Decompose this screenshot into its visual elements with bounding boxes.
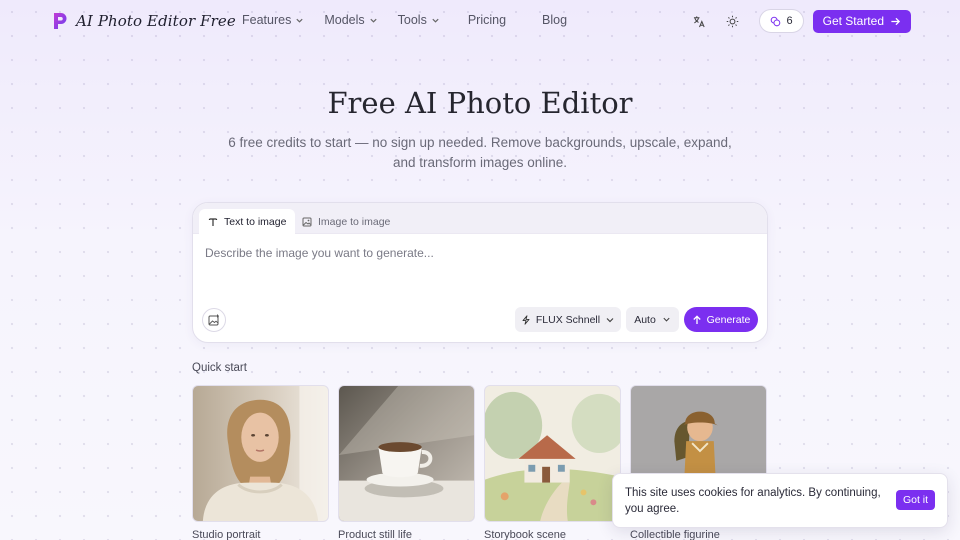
storybook-thumbnail <box>485 386 620 521</box>
caption-product-still-life: Product still life <box>338 529 412 540</box>
prompt-input[interactable] <box>205 246 755 260</box>
nav-pricing-label: Pricing <box>467 13 507 27</box>
coins-icon <box>770 16 780 26</box>
top-navbar: AI Photo Editor Free Features Models Too… <box>0 0 960 42</box>
tab-text-to-image-label: Text to image <box>224 215 287 228</box>
nav-models-label: Models <box>324 13 365 27</box>
translate-icon <box>693 15 705 27</box>
tab-text-to-image[interactable]: Text to image <box>199 209 296 234</box>
tab-image-to-image-label: Image to image <box>318 215 391 228</box>
page-subtitle: 6 free credits to start — no sign up nee… <box>228 135 732 170</box>
generator-card: Text to image Image to image FLUX Schnel… <box>192 202 768 343</box>
brand-name: AI Photo Editor Free <box>76 12 236 30</box>
chevron-down-icon <box>370 18 377 23</box>
sun-icon <box>726 15 739 27</box>
bolt-icon <box>522 314 530 325</box>
arrow-right-icon <box>891 17 901 25</box>
nav-blog[interactable]: Blog <box>542 13 567 27</box>
quick-start-product-still-life[interactable] <box>338 385 475 522</box>
chevron-down-icon <box>432 18 439 23</box>
theme-toggle[interactable] <box>721 9 745 33</box>
aspect-ratio-select[interactable]: Auto <box>626 307 679 332</box>
get-started-button[interactable]: Get Started <box>812 9 911 33</box>
text-type-icon <box>208 217 218 226</box>
quick-start-storybook-scene[interactable] <box>484 385 621 522</box>
tab-image-to-image[interactable]: Image to image <box>293 209 399 234</box>
caption-studio-portrait: Studio portrait <box>192 529 261 540</box>
logo-icon <box>54 13 67 29</box>
cookie-banner: This site uses cookies for analytics. By… <box>612 473 948 528</box>
nav-features-label: Features <box>242 13 292 27</box>
caption-storybook-scene: Storybook scene <box>484 529 566 540</box>
image-icon <box>302 217 312 226</box>
quick-start-heading: Quick start <box>192 362 247 374</box>
cookie-message: This site uses cookies for analytics. By… <box>625 487 881 515</box>
nav-tools[interactable]: Tools <box>398 13 440 27</box>
nav-links: Features Models Tools Pricing Blog <box>242 13 567 27</box>
nav-blog-label: Blog <box>542 13 568 27</box>
product-thumbnail <box>339 386 474 521</box>
generator-tabs: Text to image Image to image <box>193 203 767 234</box>
chevron-down-icon <box>296 18 303 23</box>
model-select[interactable]: FLUX Schnell <box>515 307 621 332</box>
quick-start-studio-portrait[interactable] <box>192 385 329 522</box>
arrow-up-icon <box>692 314 701 324</box>
chevron-down-icon <box>663 317 670 322</box>
credits-count: 6 <box>786 15 793 27</box>
aspect-ratio-label: Auto <box>634 313 656 326</box>
nav-models[interactable]: Models <box>324 13 377 27</box>
chevron-down-icon <box>606 317 614 322</box>
generate-button[interactable]: Generate <box>684 307 758 332</box>
nav-tools-label: Tools <box>397 13 427 27</box>
model-select-label: FLUX Schnell <box>535 313 601 326</box>
cookie-accept-button[interactable]: Got it <box>896 490 935 510</box>
credits-badge[interactable]: 6 <box>758 9 804 33</box>
nav-features[interactable]: Features <box>242 13 304 27</box>
nav-actions: 6 Get Started <box>688 9 911 33</box>
language-button[interactable] <box>688 9 712 33</box>
portrait-thumbnail <box>193 386 328 521</box>
generate-label: Generate <box>706 313 751 326</box>
get-started-label: Get Started <box>822 14 884 28</box>
caption-collectible-figurine: Collectible figurine <box>630 529 720 540</box>
brand-logo[interactable]: AI Photo Editor Free <box>52 11 236 31</box>
image-add-icon <box>208 314 219 326</box>
page-title: Free AI Photo Editor <box>327 86 633 120</box>
upload-image-button[interactable] <box>202 308 226 332</box>
nav-pricing[interactable]: Pricing <box>468 13 506 27</box>
